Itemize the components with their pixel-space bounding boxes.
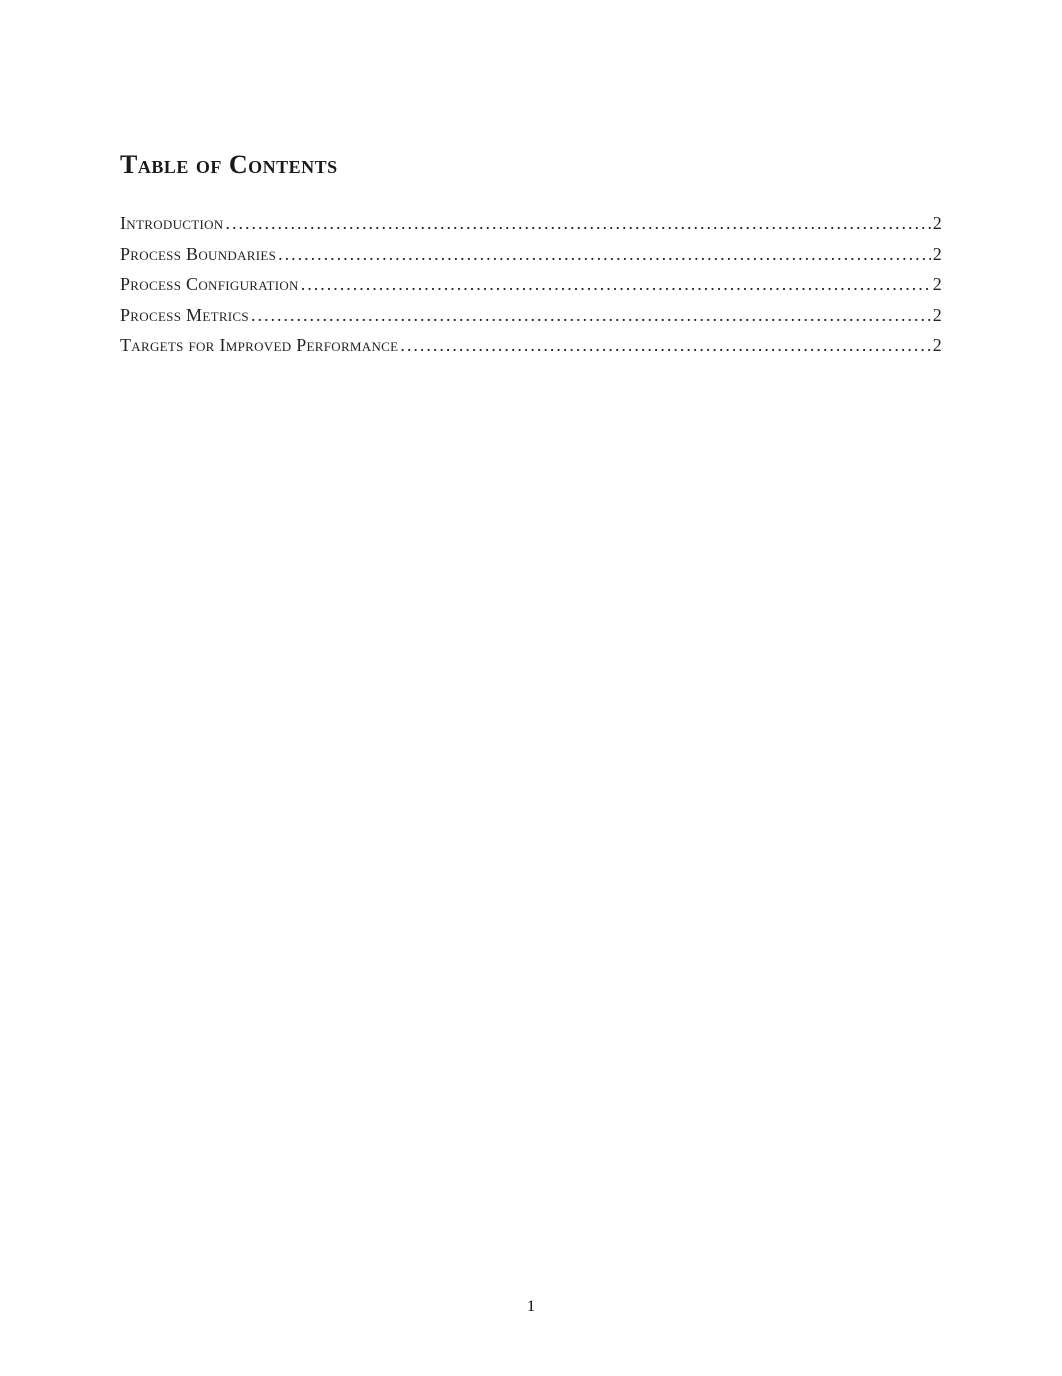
toc-entry: Introduction 2 bbox=[120, 208, 942, 239]
table-of-contents: Introduction 2 Process Boundaries 2 Proc… bbox=[120, 208, 942, 361]
toc-leader-dots bbox=[223, 208, 930, 239]
toc-leader-dots bbox=[276, 239, 931, 270]
toc-leader-dots bbox=[398, 330, 930, 361]
page-title: Table of Contents bbox=[120, 150, 942, 180]
toc-entry-label: Process Configuration bbox=[120, 269, 299, 300]
toc-entry-label: Process Boundaries bbox=[120, 239, 276, 270]
toc-entry-label: Process Metrics bbox=[120, 300, 249, 331]
toc-entry-label: Targets for Improved Performance bbox=[120, 330, 398, 361]
toc-entry-page: 2 bbox=[931, 300, 942, 331]
toc-entry-page: 2 bbox=[931, 239, 942, 270]
toc-entry-label: Introduction bbox=[120, 208, 223, 239]
toc-entry-page: 2 bbox=[931, 208, 942, 239]
document-page: Table of Contents Introduction 2 Process… bbox=[0, 0, 1062, 1376]
toc-entry: Process Configuration 2 bbox=[120, 269, 942, 300]
toc-leader-dots bbox=[299, 269, 931, 300]
toc-entry: Process Metrics 2 bbox=[120, 300, 942, 331]
toc-entry-page: 2 bbox=[931, 269, 942, 300]
page-number: 1 bbox=[0, 1298, 1062, 1316]
toc-entry: Process Boundaries 2 bbox=[120, 239, 942, 270]
toc-leader-dots bbox=[249, 300, 931, 331]
toc-entry-page: 2 bbox=[931, 330, 942, 361]
toc-entry: Targets for Improved Performance 2 bbox=[120, 330, 942, 361]
